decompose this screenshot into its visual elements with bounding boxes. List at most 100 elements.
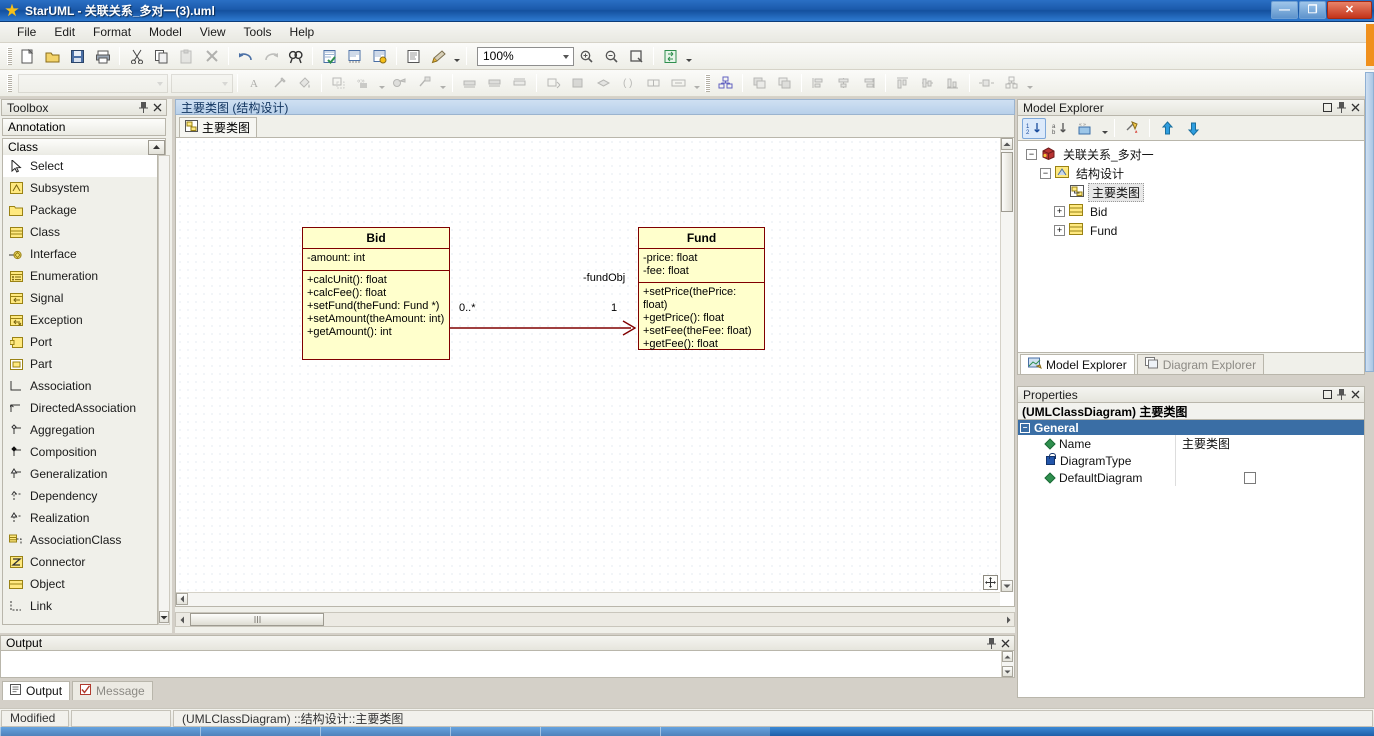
tree-node-class-fund[interactable]: + Fund	[1024, 221, 1364, 240]
canvas-scroll-left-button[interactable]	[176, 593, 188, 605]
taskbar-start[interactable]	[0, 727, 200, 736]
stereotype-arrow[interactable]	[376, 72, 387, 94]
properties-close-icon[interactable]	[1349, 388, 1362, 401]
zoom-out-icon[interactable]	[600, 45, 623, 67]
toolbox-scrollbar[interactable]	[158, 155, 170, 625]
toolbox-section-class[interactable]: Class	[2, 138, 166, 156]
view-mode-icon[interactable]: « »	[1074, 118, 1098, 139]
format-copy-arrow[interactable]	[437, 72, 448, 94]
output-scroll-down-button[interactable]	[1002, 666, 1013, 677]
tree-expander[interactable]: −	[1040, 168, 1051, 179]
stereotype-icon[interactable]: «»	[352, 72, 375, 94]
paint-icon[interactable]	[388, 72, 411, 94]
toolbox-item-signal[interactable]: Signal	[3, 287, 157, 309]
canvas-vertical-scrollbar[interactable]	[1000, 138, 1014, 592]
tree-expander[interactable]: +	[1054, 206, 1065, 217]
align-middle-icon[interactable]	[916, 72, 939, 94]
toolbox-scroll-up-icon[interactable]	[148, 139, 165, 155]
menu-edit[interactable]: Edit	[45, 23, 84, 41]
space-overflow-arrow[interactable]	[1024, 72, 1035, 94]
model-explorer-tree[interactable]: − 关联关系_多对一 − 结构设计 主要类图 + Bid + Fund	[1017, 141, 1365, 353]
group-collapse-icon[interactable]: −	[1020, 422, 1030, 433]
validate-icon[interactable]	[318, 45, 341, 67]
taskbar-item[interactable]	[320, 727, 450, 736]
taskbar-item[interactable]	[200, 727, 320, 736]
model-explorer-pin-icon[interactable]	[1335, 101, 1348, 114]
diagram-scroll-right-button[interactable]	[1002, 613, 1014, 626]
generate-code-icon[interactable]	[343, 45, 366, 67]
menu-format[interactable]: Format	[84, 23, 140, 41]
taskbar-item[interactable]	[450, 727, 540, 736]
print-icon[interactable]	[91, 45, 114, 67]
toolbox-item-aggregation[interactable]: Aggregation	[3, 419, 157, 441]
uml-class-bid[interactable]: Bid -amount: int +calcUnit(): float +cal…	[302, 227, 450, 360]
tab-output[interactable]: Output	[2, 681, 71, 700]
fill-color-icon[interactable]	[293, 72, 316, 94]
output-pin-icon[interactable]	[985, 637, 998, 650]
sort-alpha-icon[interactable]: ab	[1048, 118, 1072, 139]
send-back-icon[interactable]	[542, 72, 565, 94]
font-family-combo[interactable]	[18, 73, 168, 93]
minimize-button[interactable]: —	[1271, 1, 1298, 19]
toolbox-item-interface[interactable]: Interface	[3, 243, 157, 265]
toolbar-overflow-arrow[interactable]	[451, 45, 462, 67]
cut-icon[interactable]	[125, 45, 148, 67]
align-bottom-icon[interactable]	[941, 72, 964, 94]
toolbox-item-port[interactable]: Port	[3, 331, 157, 353]
move-up-icon[interactable]	[1155, 118, 1179, 139]
menu-help[interactable]: Help	[281, 23, 324, 41]
uml-class-fund[interactable]: Fund -price: float -fee: float +setPrice…	[638, 227, 765, 350]
sort-numeric-icon[interactable]: 12	[1022, 117, 1046, 139]
toolbox-item-link[interactable]: Link	[3, 595, 157, 617]
align-right-icon[interactable]	[508, 72, 531, 94]
toolbox-scroll-down-button[interactable]	[159, 611, 169, 623]
align-center-icon[interactable]	[483, 72, 506, 94]
zoom-in-icon[interactable]	[575, 45, 598, 67]
toolbar-grip[interactable]	[7, 47, 12, 65]
canvas-vertical-scroll-thumb[interactable]	[1001, 152, 1013, 212]
move-down-icon[interactable]	[1181, 118, 1205, 139]
canvas-horizontal-scrollbar[interactable]	[176, 592, 1000, 606]
toolbox-item-class[interactable]: Class	[3, 221, 157, 243]
tree-expander[interactable]: −	[1026, 149, 1037, 160]
property-row-defaultdiagram[interactable]: DefaultDiagram	[1018, 469, 1364, 486]
align-r-icon[interactable]	[857, 72, 880, 94]
taskbar-item[interactable]	[540, 727, 660, 736]
toolbox-item-associationclass[interactable]: AssociationClass	[3, 529, 157, 551]
tab-message[interactable]: Message	[72, 681, 153, 700]
undo-icon[interactable]	[234, 45, 257, 67]
model-explorer-close-icon[interactable]	[1349, 101, 1362, 114]
new-file-icon[interactable]	[16, 45, 39, 67]
redo-icon[interactable]	[259, 45, 282, 67]
auto-layout-icon[interactable]	[714, 72, 737, 94]
tree-node-model[interactable]: − 结构设计	[1024, 164, 1364, 183]
properties-maximize-icon[interactable]	[1321, 388, 1334, 401]
filter-icon[interactable]	[1120, 118, 1144, 139]
output-scroll-up-button[interactable]	[1002, 651, 1013, 662]
broom-icon[interactable]	[427, 45, 450, 67]
toolbox-item-association[interactable]: Association	[3, 375, 157, 397]
report-icon[interactable]	[402, 45, 425, 67]
space-horiz-icon[interactable]	[975, 72, 998, 94]
format-copy-icon[interactable]	[413, 72, 436, 94]
shape-icon[interactable]	[327, 72, 350, 94]
toolbox-item-realization[interactable]: Realization	[3, 507, 157, 529]
toolbox-item-connector[interactable]: Connector	[3, 551, 157, 573]
canvas-scroll-down-button[interactable]	[1001, 580, 1013, 592]
properties-group-general[interactable]: − General	[1018, 420, 1364, 435]
model-explorer-maximize-icon[interactable]	[1321, 101, 1334, 114]
group-icon[interactable]: ( )	[617, 72, 640, 94]
fit-window-icon[interactable]	[625, 45, 648, 67]
layout-toolbar-grip[interactable]	[705, 74, 710, 92]
zoom-level-combo[interactable]: 100%	[477, 46, 574, 66]
menu-file[interactable]: File	[8, 23, 45, 41]
line-style-icon[interactable]	[268, 72, 291, 94]
align-left-icon[interactable]	[458, 72, 481, 94]
tab-model-explorer[interactable]: Model Explorer	[1020, 354, 1135, 374]
align-top-icon[interactable]	[891, 72, 914, 94]
space-vert-icon[interactable]	[1000, 72, 1023, 94]
canvas-pan-button[interactable]	[983, 575, 998, 590]
tree-node-diagram[interactable]: 主要类图	[1024, 183, 1364, 202]
format-toolbar-grip[interactable]	[7, 74, 12, 92]
canvas-scroll-up-button[interactable]	[1001, 138, 1013, 150]
